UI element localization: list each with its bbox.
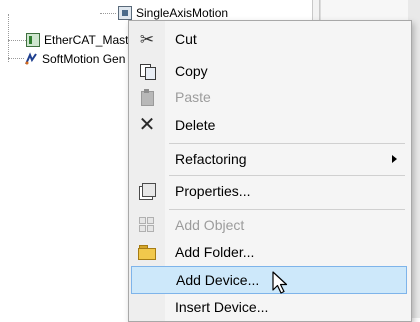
scissors-icon: ✂ — [139, 29, 155, 49]
tree-connector — [8, 14, 9, 62]
clipboard-icon — [140, 89, 154, 106]
tree-connector — [8, 58, 24, 59]
folder-icon — [138, 245, 156, 260]
menu-item-label: Copy — [175, 63, 208, 79]
axis-module-icon — [118, 6, 132, 20]
menu-separator — [169, 209, 405, 210]
menu-item-label: Properties... — [175, 183, 251, 199]
menu-item-add-device[interactable]: Add Device... — [131, 266, 407, 294]
menu-item-add-folder[interactable]: Add Folder... — [131, 238, 407, 266]
menu-item-add-object[interactable]: Add Object — [131, 211, 407, 239]
delete-x-icon: ✕ — [138, 114, 156, 136]
copy-icon — [139, 63, 156, 80]
menu-item-label: Delete — [175, 117, 216, 133]
tree-connector — [8, 40, 26, 41]
menu-item-properties[interactable]: Properties... — [131, 177, 407, 205]
tree-node-label: SingleAxisMotion — [136, 6, 229, 20]
menu-item-label: Insert Device... — [175, 299, 269, 315]
menu-item-label: Add Folder... — [175, 244, 255, 260]
menu-separator — [169, 175, 405, 176]
tree-node-ethercat-master[interactable]: EtherCAT_Mast — [26, 31, 128, 49]
menu-item-label: Refactoring — [175, 151, 247, 167]
tree-node-label: SoftMotion Gen — [42, 52, 126, 66]
menu-item-delete[interactable]: ✕ Delete — [131, 111, 407, 139]
tree-connector — [100, 13, 116, 14]
menu-item-insert-device[interactable]: Insert Device... — [131, 293, 407, 321]
menu-item-copy[interactable]: Copy — [131, 57, 407, 85]
ethercat-master-icon — [26, 33, 40, 47]
menu-separator — [169, 143, 405, 144]
properties-icon — [139, 183, 156, 200]
add-object-icon — [139, 217, 155, 233]
menu-item-label: Add Object — [175, 217, 245, 233]
tree-node-label: EtherCAT_Mast — [44, 33, 129, 47]
menu-item-refactoring[interactable]: Refactoring — [131, 145, 407, 173]
submenu-arrow-icon — [392, 155, 397, 163]
menu-item-paste[interactable]: Paste — [131, 83, 407, 111]
softmotion-icon — [24, 52, 38, 66]
tree-node-softmotion[interactable]: SoftMotion Gen — [24, 50, 125, 68]
menu-item-cut[interactable]: ✂ Cut — [131, 25, 407, 53]
menu-item-label: Paste — [175, 89, 211, 105]
mouse-pointer-icon — [272, 271, 288, 294]
menu-item-label: Add Device... — [176, 272, 260, 288]
menu-item-label: Cut — [175, 31, 197, 47]
context-menu: ✂ Cut Copy Paste ✕ Delete Refactoring Pr… — [128, 20, 412, 322]
